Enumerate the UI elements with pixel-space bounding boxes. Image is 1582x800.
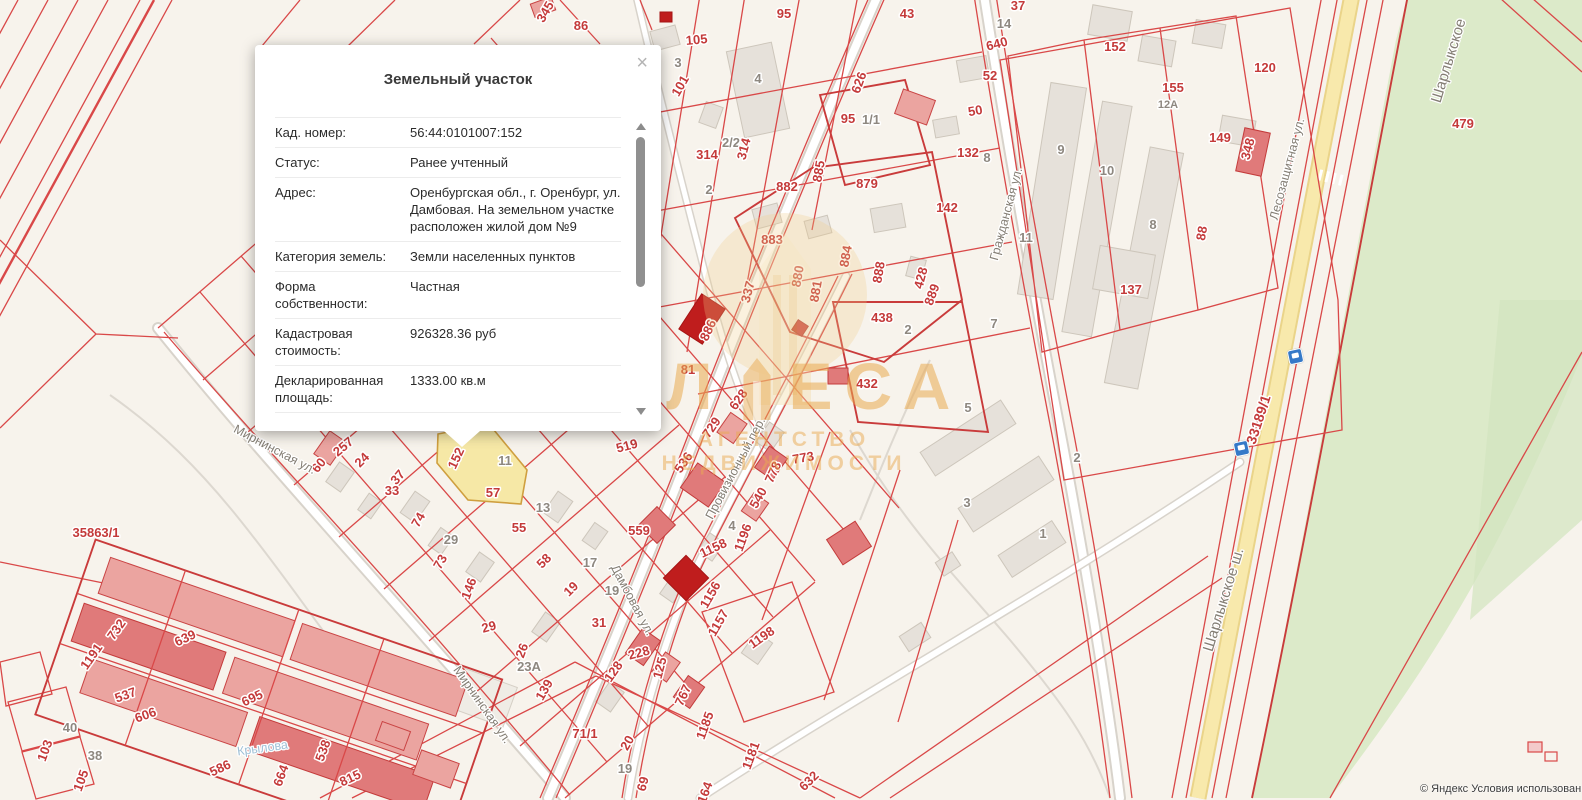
field-label: Декларированная площадь:: [275, 372, 402, 406]
close-icon[interactable]: ×: [636, 53, 648, 73]
field-value: Оренбургская обл., г. Оренбург, ул. Дамб…: [402, 184, 621, 235]
parcel-label: 438: [871, 310, 893, 325]
parcel-label: 13: [536, 500, 550, 515]
bus-stop-icon[interactable]: [1287, 348, 1305, 366]
popup-title: Земельный участок: [255, 45, 661, 88]
field-value: 926328.36 руб: [402, 325, 621, 359]
map-canvas[interactable]: 3458610595101343142/23142882885879626951…: [0, 0, 1582, 800]
field-label: Статус:: [275, 154, 402, 171]
popup-scrollbar[interactable]: [634, 123, 648, 415]
popup-row: Кадастровая стоимость:926328.36 руб: [275, 319, 621, 366]
parcel-label: 95: [777, 6, 791, 21]
parcel-label: 9: [1057, 142, 1064, 157]
parcel-label: 14: [997, 16, 1012, 31]
parcel-label: 11: [498, 453, 512, 468]
field-value: Земли населенных пунктов: [402, 248, 621, 265]
field-label: Адрес:: [275, 184, 402, 235]
parcel-label: 19: [618, 761, 632, 776]
parcel-label: 152: [1104, 39, 1126, 54]
scroll-up-arrow[interactable]: [636, 123, 646, 130]
field-value: Ранее учтенный: [402, 154, 621, 171]
parcel-label: 11: [1019, 230, 1033, 245]
parcel-label: 2: [904, 322, 911, 337]
parcel-label: 12А: [1158, 99, 1178, 111]
popup-row: Адрес:Оренбургская обл., г. Оренбург, ул…: [275, 178, 621, 242]
parcel-label: 8: [1149, 217, 1156, 232]
parcel-label: 52: [983, 68, 997, 83]
parcel-label: 81: [681, 362, 695, 377]
parcel-label: 4: [754, 71, 762, 86]
parcel-label: 37: [1011, 0, 1025, 13]
popup-row: Статус:Ранее учтенный: [275, 148, 621, 178]
parcel-label: 4: [728, 518, 736, 533]
map-svg[interactable]: 3458610595101343142/23142882885879626951…: [0, 0, 1582, 800]
parcel-label: 35863/1: [73, 525, 120, 540]
field-label: Кад. номер:: [275, 124, 402, 141]
attribution: © Яндекс Условия использования: [1420, 779, 1582, 797]
parcel-label: 559: [628, 523, 650, 538]
attribution-text[interactable]: © Яндекс Условия использования: [1420, 783, 1582, 795]
cadastral-map-app: 3458610595101343142/23142882885879626951…: [0, 0, 1582, 800]
parcel-label: 2: [705, 182, 712, 197]
bus-stop-icon[interactable]: [1233, 440, 1251, 458]
parcel-label: 55: [512, 520, 526, 535]
parcel-label: 479: [1452, 116, 1474, 131]
field-value: 1333.00 кв.м: [402, 372, 621, 406]
parcel-label: 71/1: [572, 726, 597, 741]
parcel-label: 17: [583, 555, 597, 570]
parcel-label: 2: [1073, 450, 1080, 465]
parcel-label: 43: [900, 6, 914, 21]
parcel-label: 40: [63, 720, 77, 735]
parcel-label: 86: [574, 18, 588, 33]
parcel-label: 95: [841, 111, 855, 126]
parcel-label: 142: [936, 200, 958, 215]
parcel-info-popup: × Земельный участок Кад. номер:56:44:010…: [255, 45, 661, 431]
scroll-thumb[interactable]: [636, 137, 645, 287]
field-label: Форма собственности:: [275, 278, 402, 312]
parcel-label: 5: [964, 400, 971, 415]
parcel-label: 105: [685, 31, 708, 48]
parcel-label: 50: [967, 102, 984, 119]
parcel-label: 314: [696, 147, 718, 162]
parcel-label: 432: [856, 376, 878, 391]
parcel-label: 1/1: [862, 112, 880, 127]
field-value: Частная: [402, 278, 621, 312]
parcel-label: 7: [990, 316, 997, 331]
field-value: 56:44:0101007:152: [402, 124, 621, 141]
parcel-label: 23А: [517, 659, 541, 674]
field-label: Категория земель:: [275, 248, 402, 265]
popup-row: Декларированная площадь:1333.00 кв.м: [275, 366, 621, 413]
parcel-label: 31: [592, 615, 606, 630]
parcel-label: 3: [674, 55, 681, 70]
popup-row: Категория земель:Земли населенных пункто…: [275, 242, 621, 272]
field-label: Кадастровая стоимость:: [275, 325, 402, 359]
parcel-label: 88: [1193, 225, 1210, 242]
parcel-label: 57: [486, 485, 500, 500]
parcel-label: 38: [88, 748, 102, 763]
parcel-label: 155: [1162, 80, 1184, 95]
parcel-label: 137: [1120, 282, 1142, 297]
parcel-label: 8: [983, 150, 990, 165]
parcel-label: 1: [1039, 526, 1046, 541]
parcel-label: 120: [1254, 60, 1276, 75]
popup-rows: Кад. номер:56:44:0101007:152Статус:Ранее…: [275, 117, 621, 423]
scroll-down-arrow[interactable]: [636, 408, 646, 415]
popup-pointer: [444, 431, 480, 447]
parcel-label: 132: [957, 145, 979, 160]
popup-row: Форма собственности:Частная: [275, 272, 621, 319]
parcel-label: 883: [761, 232, 783, 247]
popup-row: Кад. номер:56:44:0101007:152: [275, 118, 621, 148]
parcel-label: 879: [856, 176, 878, 191]
parcel-label: 149: [1209, 130, 1231, 145]
parcel-label: 10: [1100, 163, 1114, 178]
parcel-label: 3: [963, 495, 970, 510]
parcel-label: 29: [444, 532, 458, 547]
parcel-label: 882: [776, 179, 798, 194]
